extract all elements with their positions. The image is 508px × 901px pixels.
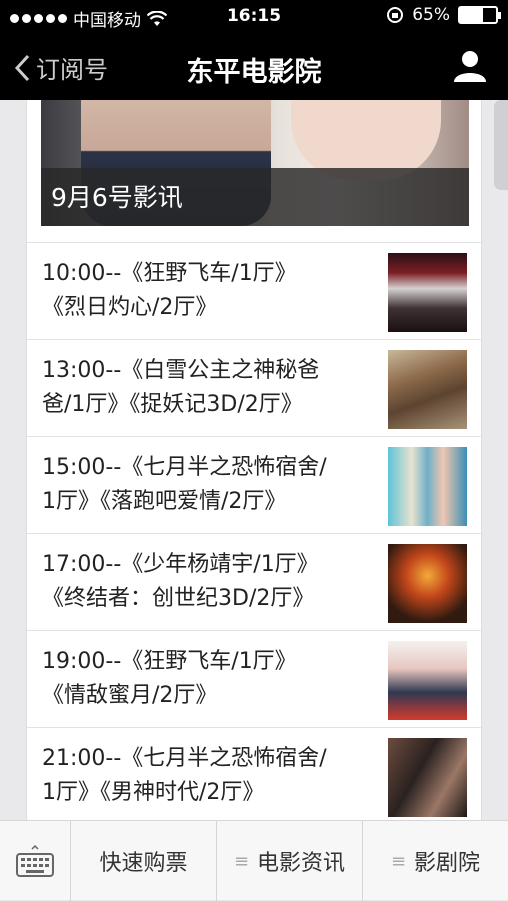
menu-icon: ≡	[233, 850, 250, 872]
tab-label: 影剧院	[414, 851, 481, 876]
schedule-line: 《情敌蜜月/2厅》	[42, 683, 218, 708]
poster-thumbnail[interactable]	[388, 253, 467, 332]
schedule-line: 21:00--《七月半之恐怖宿舍/	[42, 746, 327, 771]
schedule-line: 17:00--《少年杨靖宇/1厅》	[42, 552, 319, 577]
bottom-menu-bar: 快速购票 ≡ 电影资讯 ≡ 影剧院	[0, 820, 508, 901]
banner-image[interactable]: 9月6号影讯	[41, 100, 469, 226]
nav-bar: 订阅号 东平电影院	[0, 34, 508, 100]
schedule-line: 《终结者：创世纪3D/2厅》	[42, 586, 315, 611]
page-title: 东平电影院	[186, 57, 322, 88]
schedule-card: 9月6号影讯 10:00--《狂野飞车/1厅》 《烈日灼心/2厅》 13:00--…	[26, 100, 483, 820]
schedule-line: 1厅》《男神时代/2厅》	[42, 780, 265, 805]
schedule-line: 13:00--《白雪公主之神秘爸	[42, 358, 320, 383]
schedule-line: 10:00--《狂野飞车/1厅》	[42, 261, 297, 286]
poster-thumbnail[interactable]	[388, 350, 467, 429]
schedule-line: 15:00--《七月半之恐怖宿舍/	[42, 455, 327, 480]
schedule-row[interactable]: 13:00--《白雪公主之神秘爸 爸/1厅》《捉妖记3D/2厅》	[27, 339, 483, 436]
tab-quick-ticket[interactable]: 快速购票	[70, 821, 216, 901]
schedule-line: 爸/1厅》《捉妖记3D/2厅》	[42, 392, 303, 417]
schedule-row[interactable]: 15:00--《七月半之恐怖宿舍/1厅》《落跑吧爱情/2厅》	[27, 436, 483, 533]
rotation-lock-icon	[387, 7, 404, 23]
schedule-line: 19:00--《狂野飞车/1厅》	[42, 649, 297, 674]
schedule-line: 1厅》《落跑吧爱情/2厅》	[42, 489, 287, 514]
tab-theater[interactable]: ≡ 影剧院	[362, 821, 508, 901]
poster-thumbnail[interactable]	[388, 641, 467, 720]
poster-thumbnail[interactable]	[388, 544, 467, 623]
tab-label: 快速购票	[99, 851, 188, 876]
battery-percent: 65%	[412, 5, 450, 25]
keyboard-icon	[16, 844, 54, 877]
battery-icon	[458, 6, 501, 24]
tab-label: 电影资讯	[257, 851, 346, 876]
schedule-row[interactable]: 10:00--《狂野飞车/1厅》 《烈日灼心/2厅》	[27, 242, 483, 339]
poster-thumbnail[interactable]	[388, 738, 467, 817]
tab-movie-news[interactable]: ≡ 电影资讯	[216, 821, 362, 901]
schedule-row[interactable]: 17:00--《少年杨靖宇/1厅》 《终结者：创世纪3D/2厅》	[27, 533, 483, 630]
schedule-row[interactable]: 21:00--《七月半之恐怖宿舍/1厅》《男神时代/2厅》	[27, 727, 483, 820]
scroll-handle[interactable]	[494, 100, 508, 190]
schedule-row[interactable]: 19:00--《狂野飞车/1厅》 《情敌蜜月/2厅》	[27, 630, 483, 727]
keyboard-toggle-button[interactable]	[0, 821, 70, 901]
banner-caption: 9月6号影讯	[51, 183, 183, 212]
profile-icon[interactable]	[452, 48, 488, 84]
poster-thumbnail[interactable]	[388, 447, 467, 526]
menu-icon: ≡	[390, 850, 407, 872]
schedule-line: 《烈日灼心/2厅》	[42, 295, 218, 320]
article-content[interactable]: 9月6号影讯 10:00--《狂野飞车/1厅》 《烈日灼心/2厅》 13:00--…	[0, 100, 508, 820]
status-bar: 中国移动 16:15 65%	[0, 0, 508, 34]
